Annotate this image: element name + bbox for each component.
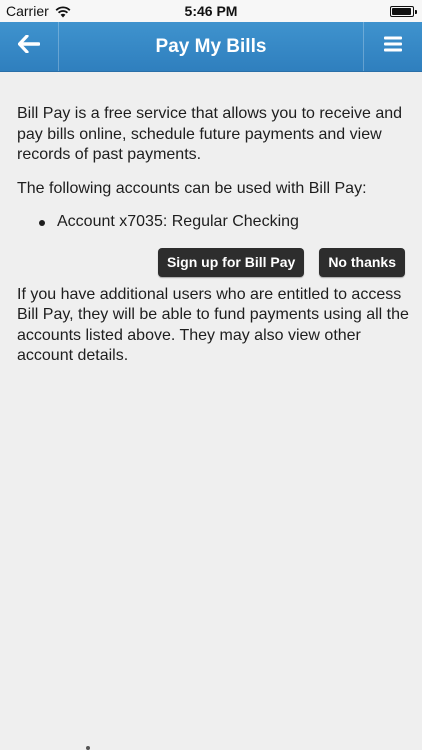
sign-up-button[interactable]: Sign up for Bill Pay bbox=[157, 247, 305, 277]
intro-text: Bill Pay is a free service that allows y… bbox=[17, 105, 403, 163]
status-right bbox=[390, 4, 417, 20]
accounts-label: The following accounts can be used with … bbox=[17, 179, 367, 197]
status-bar: Carrier 5:46 PM bbox=[0, 0, 422, 22]
no-thanks-button[interactable]: No thanks bbox=[319, 247, 405, 277]
account-item: Account x7035: Regular Checking bbox=[17, 212, 409, 233]
main-content: Bill Pay is a free service that allows y… bbox=[17, 104, 409, 367]
nav-bar: Pay My Bills bbox=[0, 22, 422, 72]
back-arrow-icon bbox=[17, 34, 41, 58]
menu-button[interactable] bbox=[363, 22, 422, 71]
hamburger-menu-icon bbox=[384, 36, 402, 57]
bottom-indicator bbox=[86, 746, 90, 750]
account-list: Account x7035: Regular Checking bbox=[17, 212, 409, 233]
battery-level bbox=[392, 8, 411, 15]
back-button[interactable] bbox=[0, 22, 59, 71]
page-title: Pay My Bills bbox=[155, 36, 267, 57]
battery-icon bbox=[390, 6, 417, 17]
status-time: 5:46 PM bbox=[184, 3, 238, 19]
additional-users-text: If you have additional users who are ent… bbox=[17, 285, 409, 365]
action-buttons: Sign up for Bill Pay No thanks bbox=[17, 247, 409, 277]
